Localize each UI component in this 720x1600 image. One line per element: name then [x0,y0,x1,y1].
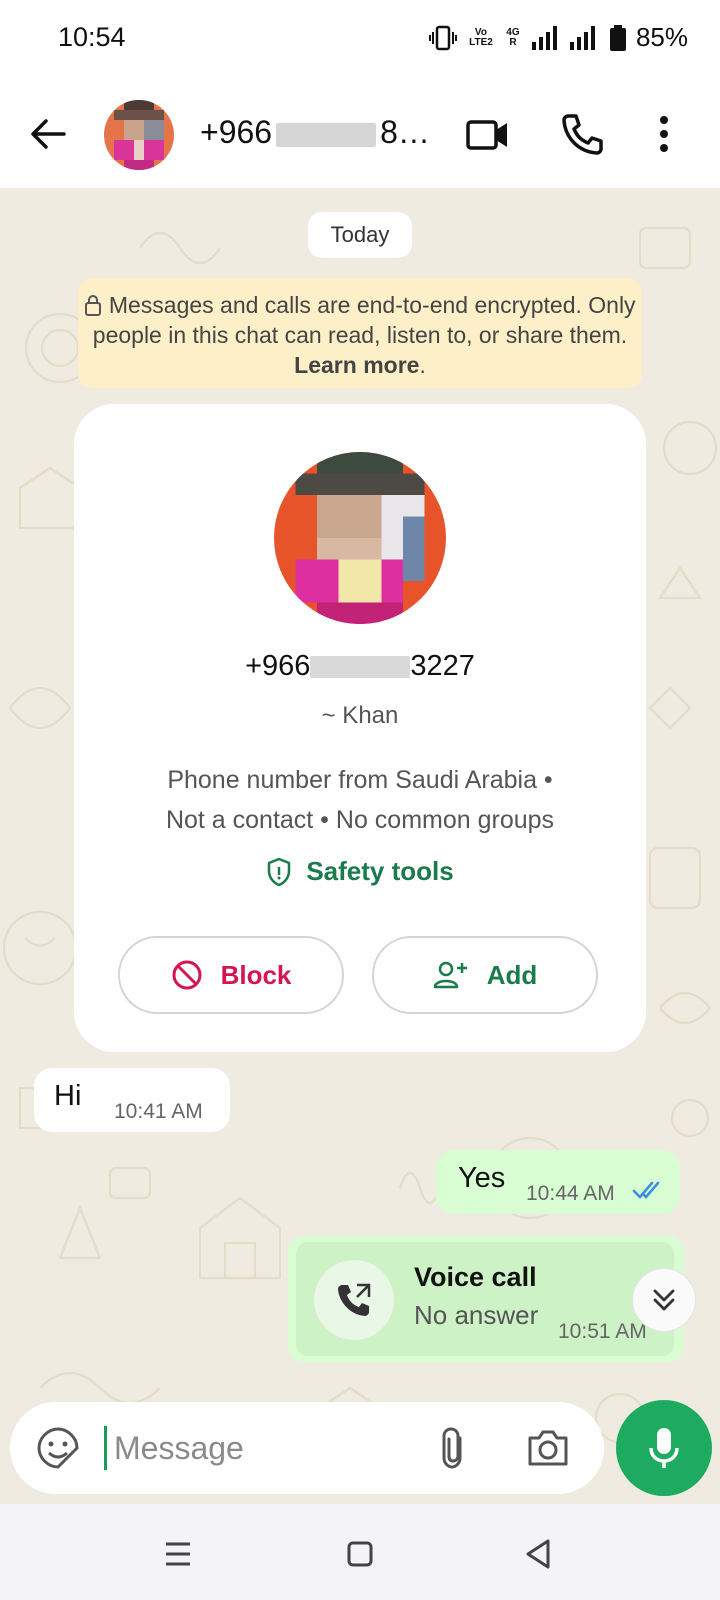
outgoing-message[interactable]: Yes 10:44 AM [436,1150,680,1214]
call-status: No answer [414,1300,539,1330]
phone-prefix: +966 [245,650,311,682]
nav-back-triangle-icon[interactable] [518,1534,558,1574]
system-navigation-bar [0,1504,720,1600]
encryption-notice[interactable]: Messages and calls are end-to-end encryp… [78,278,642,388]
call-card: Voice call No answer 10:51 AM [296,1242,674,1356]
vibrate-icon [428,25,457,50]
call-time: 10:51 AM [558,1320,647,1343]
phone-call-icon[interactable] [560,112,604,156]
status-icons: Vo LTE2 4G R 85% [428,22,688,53]
card-info: Phone number from Saudi Arabia • Not a c… [74,760,646,840]
volte-tag: Vo LTE2 [469,26,493,48]
text-caret [104,1426,107,1470]
message-composer [10,1402,604,1494]
title-prefix: +966 [200,114,273,150]
recents-menu-icon[interactable] [158,1534,198,1574]
learn-more-link[interactable]: Learn more [294,352,419,378]
video-call-icon[interactable] [466,112,510,156]
back-arrow-icon[interactable] [28,114,68,154]
redacted-digits [276,122,377,147]
date-separator: Today [308,212,412,258]
block-icon [172,960,202,990]
card-avatar[interactable] [274,452,446,624]
double-chevron-down-icon [653,1289,675,1311]
add-label: Add [486,959,538,990]
phone-suffix: 3227 [410,650,475,682]
microphone-icon [649,1428,679,1468]
block-button[interactable]: Block [118,936,344,1014]
paperclip-icon[interactable] [438,1426,468,1470]
home-square-icon[interactable] [340,1534,380,1574]
status-bar: 10:54 Vo LTE2 4G R 85% [0,0,720,80]
info-line-2: Not a contact • No common groups [165,806,555,834]
info-line-1: Phone number from Saudi Arabia • [167,766,553,794]
network-tag: 4G R [506,26,520,48]
lock-icon [85,295,102,316]
add-person-icon [433,961,467,989]
avatar-image-large [274,452,446,624]
call-title: Voice call [414,1262,537,1292]
safety-tools-link[interactable]: Safety tools [74,856,646,887]
outgoing-call-icon [338,1283,371,1316]
encryption-period: . [419,352,426,378]
message-text: Hi [54,1080,82,1112]
missed-call-icon-wrap [314,1260,394,1340]
shield-icon [268,857,291,886]
chat-header: +966 8… [0,80,720,188]
message-input[interactable] [114,1424,414,1472]
message-text: Yes [458,1162,506,1194]
card-push-name: ~ Khan [321,702,399,729]
card-phone-number: +966 3227 [74,650,646,683]
contact-avatar[interactable] [104,100,174,170]
encryption-text: Messages and calls are end-to-end encryp… [92,292,636,348]
incoming-message[interactable]: Hi 10:41 AM [34,1068,230,1132]
camera-icon[interactable] [526,1428,570,1468]
contact-info-card: +966 3227 ~ Khan Phone number from Saudi … [74,404,646,1052]
battery-icon [609,24,626,51]
signal-icon [531,25,557,50]
avatar-image [104,100,174,170]
status-time: 10:54 [58,22,126,52]
title-suffix: 8… [380,114,430,150]
sticker-emoji-icon[interactable] [36,1426,80,1470]
message-time: 10:44 AM [526,1182,615,1205]
contact-title[interactable]: +966 8… [200,114,430,151]
battery-percent: 85% [635,22,688,52]
scroll-to-bottom-button[interactable] [632,1268,696,1332]
chat-area[interactable]: Today Messages and calls are end-to-end … [0,188,720,1504]
voice-message-button[interactable] [616,1400,712,1496]
block-label: Block [220,959,292,990]
message-time: 10:41 AM [114,1100,203,1123]
read-ticks-icon [632,1181,660,1199]
signal-icon-2 [569,25,595,50]
safety-tools-label: Safety tools [306,856,454,886]
add-contact-button[interactable]: Add [372,936,598,1014]
redacted-digits [310,656,411,679]
voice-call-message[interactable]: Voice call No answer 10:51 AM [288,1236,684,1362]
more-options-icon[interactable] [642,112,686,156]
